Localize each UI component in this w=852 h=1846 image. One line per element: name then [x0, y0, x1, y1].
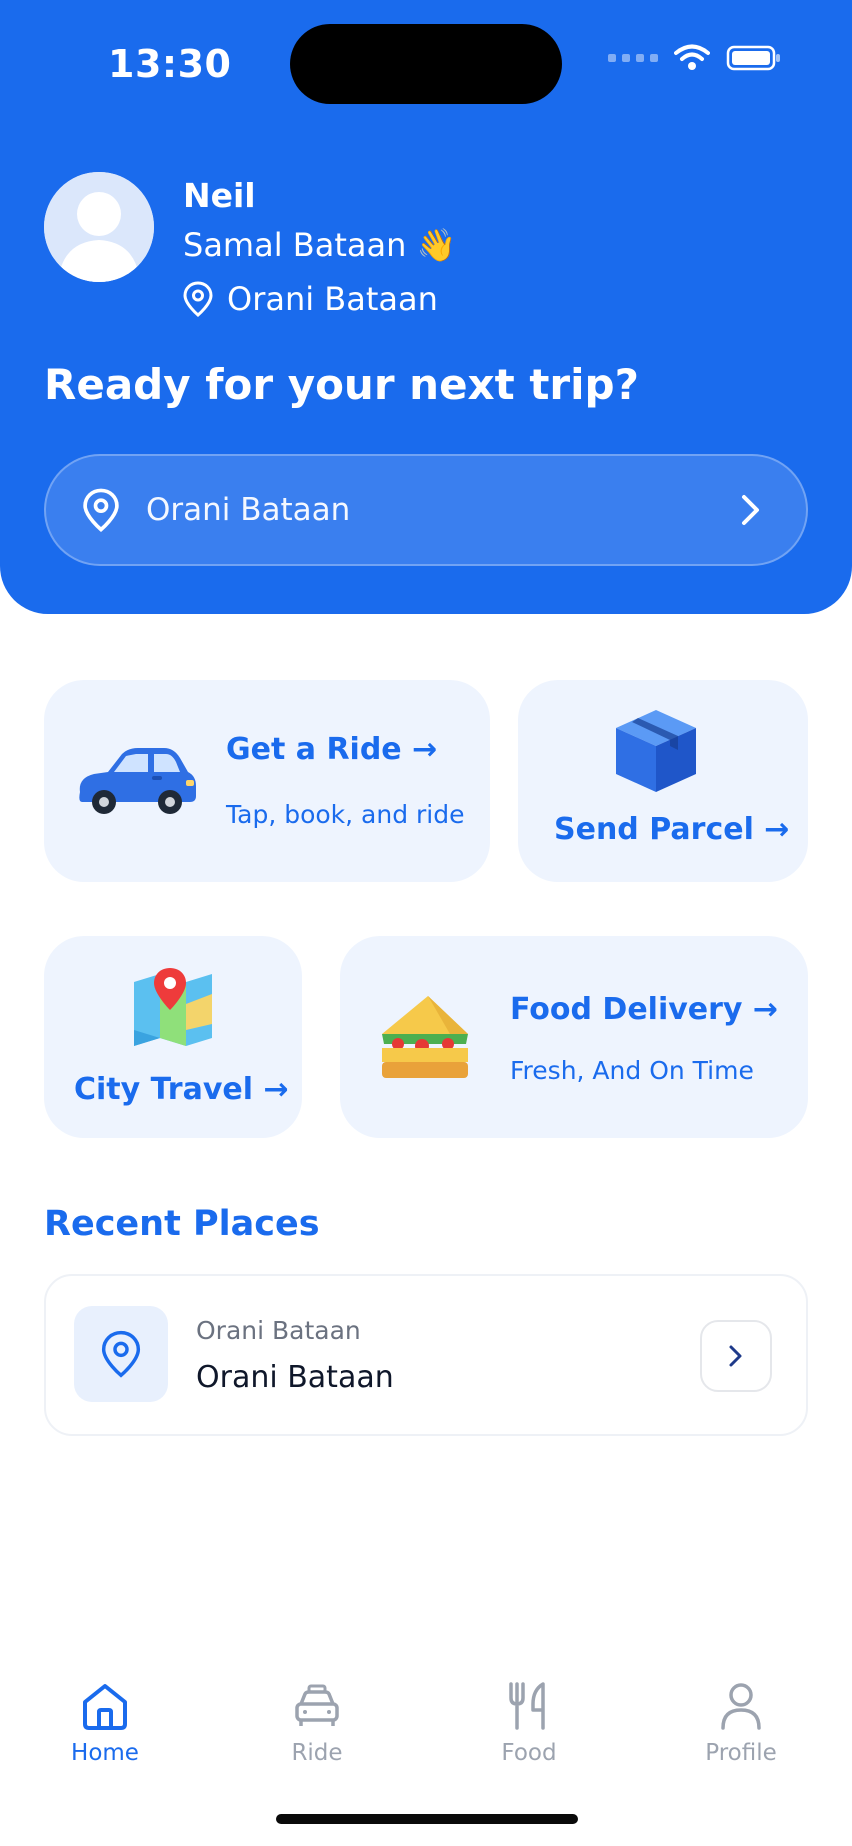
get-a-ride-subtitle: Tap, book, and ride — [226, 800, 465, 829]
location-pin-icon — [83, 488, 119, 532]
recent-places-title: Recent Places — [44, 1204, 320, 1244]
home-screen: 13:30 Neil Samal Bataan 👋 Orani Bataan R… — [0, 0, 852, 1846]
chevron-right-icon — [742, 495, 759, 525]
status-time: 13:30 — [108, 42, 232, 86]
user-location-text: Orani Bataan — [227, 280, 438, 318]
city-travel-card[interactable]: City Travel → — [44, 936, 302, 1138]
car-icon — [79, 748, 196, 814]
person-icon — [721, 1683, 761, 1730]
recent-place-item[interactable]: Orani Bataan Orani Bataan — [44, 1274, 808, 1436]
avatar-placeholder-icon — [44, 172, 154, 282]
place-label: Orani Bataan — [196, 1316, 361, 1345]
nav-ride-label: Ride — [291, 1740, 343, 1766]
home-icon — [83, 1684, 127, 1730]
nav-profile[interactable]: Profile — [666, 1680, 816, 1766]
avatar[interactable] — [44, 172, 154, 282]
home-indicator — [276, 1814, 578, 1824]
parcel-box-icon — [616, 710, 696, 792]
get-a-ride-card[interactable]: Get a Ride → Tap, book, and ride — [44, 680, 490, 882]
fork-knife-icon — [509, 1682, 545, 1730]
place-address: Orani Bataan — [196, 1360, 394, 1395]
nav-ride[interactable]: Ride — [242, 1680, 392, 1766]
dynamic-island — [290, 24, 562, 104]
location-pin-icon — [101, 1330, 141, 1378]
battery-icon — [726, 45, 780, 71]
search-value: Orani Bataan — [146, 492, 351, 528]
location-pin-icon — [183, 281, 213, 317]
location-search-bar[interactable]: Orani Bataan — [44, 454, 808, 566]
sandwich-icon — [382, 996, 468, 1078]
car-icon — [295, 1684, 339, 1726]
user-subtitle: Samal Bataan 👋 — [183, 226, 457, 264]
nav-food[interactable]: Food — [454, 1680, 604, 1766]
place-open-button[interactable] — [700, 1320, 772, 1392]
map-pin-icon — [134, 968, 212, 1046]
send-parcel-title: Send Parcel → — [554, 812, 790, 847]
wifi-icon — [674, 44, 710, 70]
food-delivery-card[interactable]: Food Delivery → Fresh, And On Time — [340, 936, 808, 1138]
status-icons — [608, 44, 782, 72]
chevron-right-icon — [729, 1345, 742, 1367]
headline: Ready for your next trip? — [44, 360, 639, 409]
signal-icon — [608, 54, 658, 62]
nav-food-label: Food — [501, 1740, 557, 1766]
get-a-ride-title: Get a Ride → — [226, 732, 438, 767]
header: 13:30 Neil Samal Bataan 👋 Orani Bataan R… — [0, 0, 852, 614]
nav-home-label: Home — [71, 1740, 139, 1766]
nav-home[interactable]: Home — [30, 1680, 180, 1766]
city-travel-title: City Travel → — [74, 1072, 289, 1107]
place-icon-box — [74, 1306, 168, 1402]
food-delivery-subtitle: Fresh, And On Time — [510, 1056, 754, 1085]
nav-profile-label: Profile — [705, 1740, 777, 1766]
food-delivery-title: Food Delivery → — [510, 992, 779, 1027]
user-name: Neil — [183, 176, 256, 215]
send-parcel-card[interactable]: Send Parcel → — [518, 680, 808, 882]
user-location: Orani Bataan — [183, 280, 438, 318]
